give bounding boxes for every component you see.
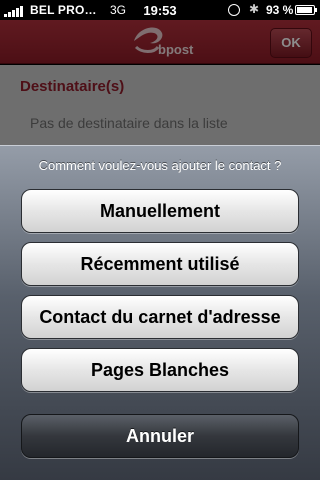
battery-tip [315,8,317,12]
address-book-button[interactable]: Contact du carnet d'adresse [21,295,299,339]
status-bar: BEL PRO… 3G 19:53 ✱ 93 % [0,0,320,20]
action-sheet-title: Comment voulez-vous ajouter le contact ? [38,158,282,173]
battery-percent: 93 % [266,3,294,17]
manual-entry-button[interactable]: Manuellement [21,189,299,233]
white-pages-button[interactable]: Pages Blanches [21,348,299,392]
cancel-button[interactable]: Annuler [21,414,299,458]
bluetooth-icon: ✱ [249,2,260,16]
battery-fill [297,7,312,13]
action-sheet: Comment voulez-vous ajouter le contact ?… [0,145,320,480]
battery-icon [295,5,317,15]
recently-used-button[interactable]: Récemment utilisé [21,242,299,286]
lock-rotation-icon [228,4,240,16]
